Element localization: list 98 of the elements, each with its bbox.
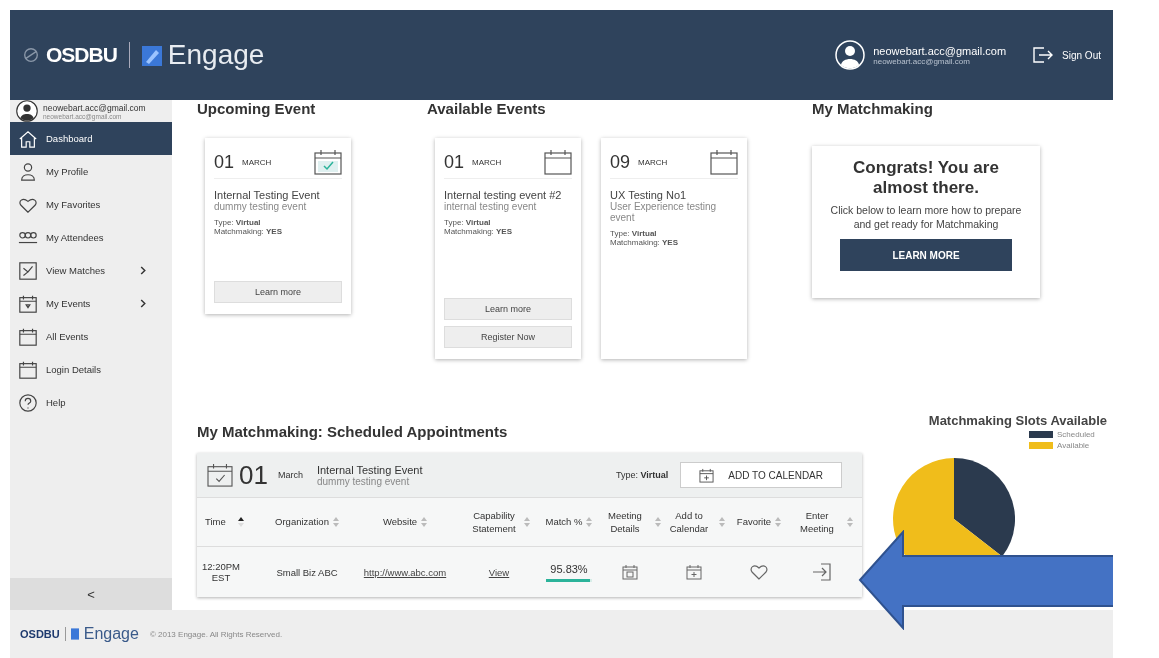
logo-text: OSDBU <box>46 43 117 67</box>
user-email: neowebart.acc@gmail.com <box>43 102 146 113</box>
event-subtitle: User Experience testing event <box>610 201 718 223</box>
help-icon <box>18 392 38 413</box>
event-day: 01 <box>239 459 268 491</box>
chevron-right-icon <box>140 299 146 308</box>
sidebar-item[interactable]: Login Details <box>10 353 172 386</box>
home-icon <box>18 128 38 149</box>
avatar-icon <box>16 100 38 122</box>
person-icon <box>18 161 38 182</box>
event-title: Internal Testing Event <box>214 189 321 201</box>
event-type: Type: Virtual <box>214 218 262 227</box>
matchmaking-text: Click below to learn more how to prepare and get ready for Matchmaking <box>829 204 1023 232</box>
collapse-button[interactable]: < <box>10 578 172 610</box>
logo-text: Engage <box>167 39 265 71</box>
event-subtitle: dummy testing event <box>316 475 411 487</box>
sidebar-item[interactable]: View Matches <box>10 254 172 287</box>
user-email-secondary: neowebart.acc@gmail.com <box>873 56 970 66</box>
sign-out-icon[interactable] <box>1032 45 1055 65</box>
event-month: MARCH <box>242 157 273 167</box>
copyright-text: © 2013 Engage. All Rights Reserved. <box>149 629 283 639</box>
learn-more-button[interactable]: LEARN MORE <box>840 239 1012 272</box>
card-button[interactable]: Learn more <box>444 298 572 320</box>
event-type: Type: Virtual <box>616 470 669 480</box>
sort-icon[interactable] <box>421 517 428 527</box>
column-header[interactable]: Meeting Details <box>599 508 651 536</box>
enter-icon[interactable] <box>812 562 832 582</box>
event-matchmaking: Matchmaking: YES <box>214 227 284 236</box>
calendar-icon[interactable] <box>622 564 638 580</box>
sidebar-item[interactable]: Dashboard <box>10 122 172 155</box>
sort-icon[interactable] <box>719 517 725 527</box>
event-matchmaking: Matchmaking: YES <box>444 227 514 236</box>
sidebar-item[interactable]: My Attendees <box>10 221 172 254</box>
chevron-right-icon <box>140 266 146 275</box>
sidebar-item[interactable]: Help <box>10 386 172 419</box>
column-header[interactable]: Website <box>382 515 418 529</box>
view-link[interactable]: View <box>488 566 510 578</box>
sort-icon[interactable] <box>847 517 853 527</box>
sidebar-item[interactable]: All Events <box>10 320 172 353</box>
user-email: neowebart.acc@gmail.com <box>873 44 1007 57</box>
section-heading: Available Events <box>427 100 547 119</box>
column-header[interactable]: Favorite <box>736 515 772 529</box>
column-header[interactable]: Capability Statement <box>468 508 520 536</box>
column-header[interactable]: Add to Calendar <box>663 508 715 536</box>
heart-icon[interactable] <box>749 563 769 581</box>
sidebar-item[interactable]: My Events <box>10 287 172 320</box>
section-heading: Upcoming Event <box>197 100 317 119</box>
event-month: MARCH <box>638 157 669 167</box>
column-header[interactable]: Time <box>205 515 226 529</box>
column-header[interactable]: Organization <box>275 515 329 529</box>
calendar-icon <box>18 359 38 380</box>
sign-out-link[interactable]: Sign Out <box>1062 49 1101 61</box>
event-matchmaking: Matchmaking: YES <box>610 238 680 247</box>
logo-icon <box>70 627 79 641</box>
event-type: Type: Virtual <box>610 229 658 238</box>
event-title: Internal testing event #2 <box>444 189 563 201</box>
congrats-title: Congrats! You are almost there. <box>852 158 1000 198</box>
event-subtitle: internal testing event <box>444 201 538 212</box>
calendar-icon <box>18 293 38 314</box>
add-to-calendar-button[interactable]: ADD TO CALENDAR <box>680 462 842 488</box>
event-title: UX Testing No1 <box>610 189 687 201</box>
event-month: MARCH <box>472 157 503 167</box>
sort-ascending-icon[interactable] <box>237 517 244 527</box>
event-day: 09 <box>610 151 631 173</box>
match-percent: 95.83% <box>550 562 588 575</box>
column-header[interactable]: Enter Meeting <box>791 508 843 536</box>
calendar-icon <box>207 463 233 487</box>
card-button[interactable]: Learn more <box>214 281 342 303</box>
calendar-plus-icon[interactable] <box>686 564 702 580</box>
avatar-icon <box>835 40 866 70</box>
table-cell: 12:20PM EST <box>201 561 241 583</box>
logo-text: OSDBU <box>20 628 60 640</box>
sort-icon[interactable] <box>775 517 782 527</box>
event-day: 01 <box>214 151 235 173</box>
sidebar-item[interactable]: My Profile <box>10 155 172 188</box>
event-type: Type: Virtual <box>444 218 492 227</box>
card-button[interactable]: Register Now <box>444 326 572 348</box>
sidebar-item[interactable]: My Favorites <box>10 188 172 221</box>
logo-icon <box>141 44 162 66</box>
section-heading: My Matchmaking: Scheduled Appointments <box>197 422 509 442</box>
legend-label: Available <box>1057 441 1091 450</box>
legend-label: Scheduled <box>1057 430 1096 439</box>
calendar-icon <box>18 326 38 347</box>
table-cell-text: Small Biz ABC <box>275 566 339 578</box>
sort-icon[interactable] <box>332 517 339 527</box>
sort-icon[interactable] <box>655 517 661 527</box>
chart-title: Matchmaking Slots Available <box>928 413 1107 428</box>
sort-icon[interactable] <box>524 517 530 527</box>
logo-text: Engage <box>83 625 139 643</box>
section-heading: My Matchmaking <box>812 100 934 119</box>
calendar-plus-icon <box>699 467 715 483</box>
column-header[interactable]: Match % <box>545 515 583 529</box>
event-title: Internal Testing Event <box>316 463 424 476</box>
event-day: 01 <box>444 151 465 173</box>
event-month: March <box>277 470 303 480</box>
sort-icon[interactable] <box>586 517 593 527</box>
event-subtitle: dummy testing event <box>214 201 308 212</box>
website-link[interactable]: http://www.abc.com <box>363 566 447 578</box>
